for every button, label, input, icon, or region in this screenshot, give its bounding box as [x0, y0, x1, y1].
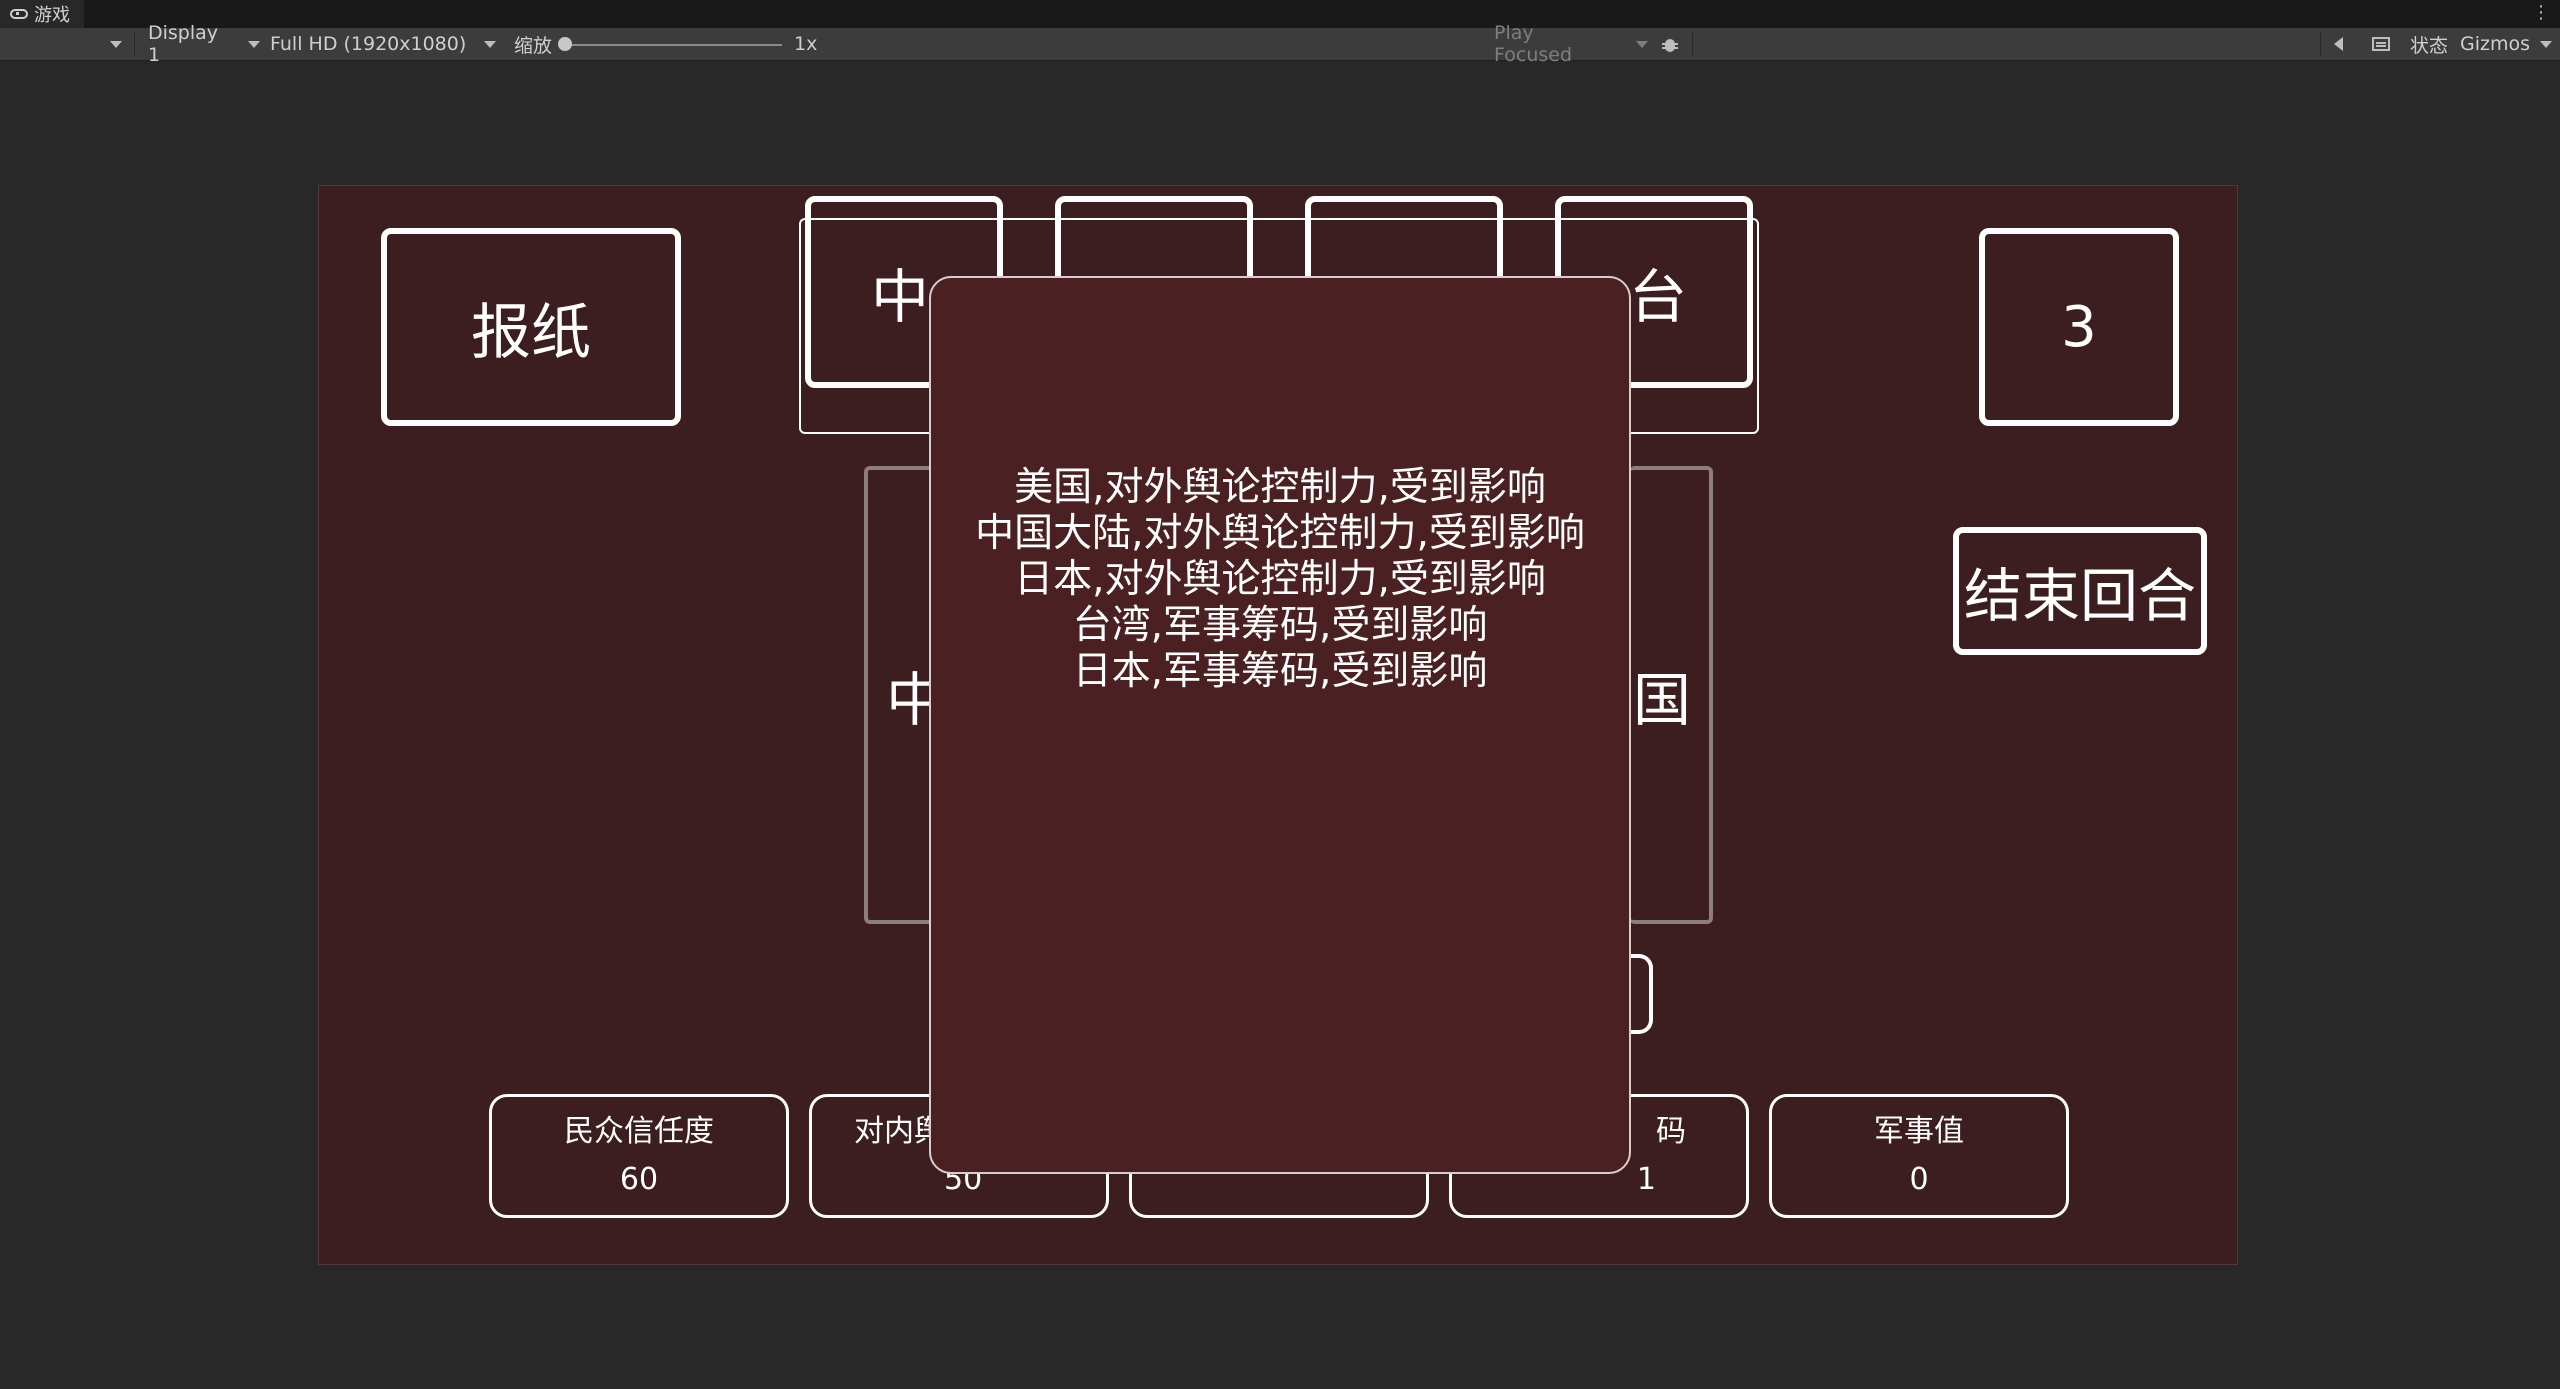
chevron-down-icon — [110, 40, 122, 48]
gizmos-label: Gizmos — [2460, 33, 2531, 55]
event-line: 美国,对外舆论控制力,受到影响 — [1014, 465, 1546, 510]
center-action-button[interactable] — [1629, 954, 1653, 1034]
gamepad-icon — [10, 9, 28, 19]
chevron-down-icon — [248, 40, 260, 48]
stat-card-public-trust: 民众信任度 60 — [489, 1094, 789, 1218]
keyboard-shortcuts-toggle[interactable] — [2372, 28, 2390, 60]
scale-slider-handle[interactable] — [558, 37, 572, 51]
play-mode-label: Play Focused — [1494, 22, 1573, 66]
stat-label: 军事值 — [1874, 1114, 1964, 1149]
resolution-dropdown[interactable]: Full HD (1920x1080) — [270, 28, 500, 60]
game-viewport[interactable]: 报纸 中 台 3 结束回合 中 国 民众信任度 60 对内舆 50 30 码 1… — [318, 185, 2238, 1265]
editor-tab-bar: 游戏 ⋮ — [0, 0, 2560, 29]
event-message: 美国,对外舆论控制力,受到影响 中国大陆,对外舆论控制力,受到影响 日本,对外舆… — [975, 465, 1585, 695]
stat-value: 60 — [619, 1162, 659, 1197]
more-options-icon[interactable]: ⋮ — [2532, 2, 2550, 23]
center-panel-left[interactable]: 中 — [864, 466, 944, 924]
display-dropdown[interactable]: Display 1 — [148, 22, 260, 66]
keyboard-icon — [2372, 37, 2390, 51]
turn-counter: 3 — [1979, 228, 2179, 426]
gizmos-dropdown[interactable]: Gizmos — [2460, 28, 2553, 60]
stats-toggle[interactable]: 状态 — [2410, 28, 2448, 60]
stat-value: 1 — [1636, 1162, 1656, 1197]
event-line: 日本,对外舆论控制力,受到影响 — [1014, 557, 1546, 602]
scale-slider-track[interactable] — [566, 44, 782, 46]
game-view-toolbar: Display 1 Full HD (1920x1080) 缩放 1x Play… — [0, 22, 2560, 66]
event-line: 日本,军事筹码,受到影响 — [1072, 649, 1488, 694]
end-turn-button[interactable]: 结束回合 — [1953, 527, 2207, 655]
resolution-label: Full HD (1920x1080) — [270, 33, 467, 55]
event-line: 中国大陆,对外舆论控制力,受到影响 — [975, 511, 1585, 556]
event-line: 台湾,军事筹码,受到影响 — [1072, 603, 1488, 648]
debug-toggle[interactable] — [1662, 28, 1678, 60]
stat-value: 0 — [1909, 1162, 1929, 1197]
mute-audio-toggle[interactable] — [2334, 28, 2343, 60]
scale-value: 1x — [794, 33, 818, 55]
tab-game[interactable]: 游戏 — [0, 0, 84, 28]
stat-label: 码 — [1656, 1114, 1686, 1149]
center-panel-right[interactable]: 国 — [1629, 466, 1713, 924]
event-popup[interactable]: 美国,对外舆论控制力,受到影响 中国大陆,对外舆论控制力,受到影响 日本,对外舆… — [929, 276, 1631, 1174]
chevron-down-icon — [484, 40, 497, 48]
stat-label: 民众信任度 — [564, 1114, 714, 1149]
newspaper-button[interactable]: 报纸 — [381, 228, 681, 426]
game-view-dropdown[interactable] — [0, 28, 132, 60]
scale-label: 缩放 — [514, 34, 553, 57]
tab-game-label: 游戏 — [34, 5, 70, 26]
speaker-icon — [2334, 37, 2343, 51]
play-mode-dropdown[interactable]: Play Focused — [1494, 22, 1648, 66]
stat-card-military-value: 军事值 0 — [1769, 1094, 2069, 1218]
chevron-down-icon — [1636, 40, 1648, 48]
display-label: Display 1 — [148, 22, 219, 66]
chevron-down-icon — [2540, 40, 2553, 48]
bug-icon — [1662, 35, 1678, 53]
